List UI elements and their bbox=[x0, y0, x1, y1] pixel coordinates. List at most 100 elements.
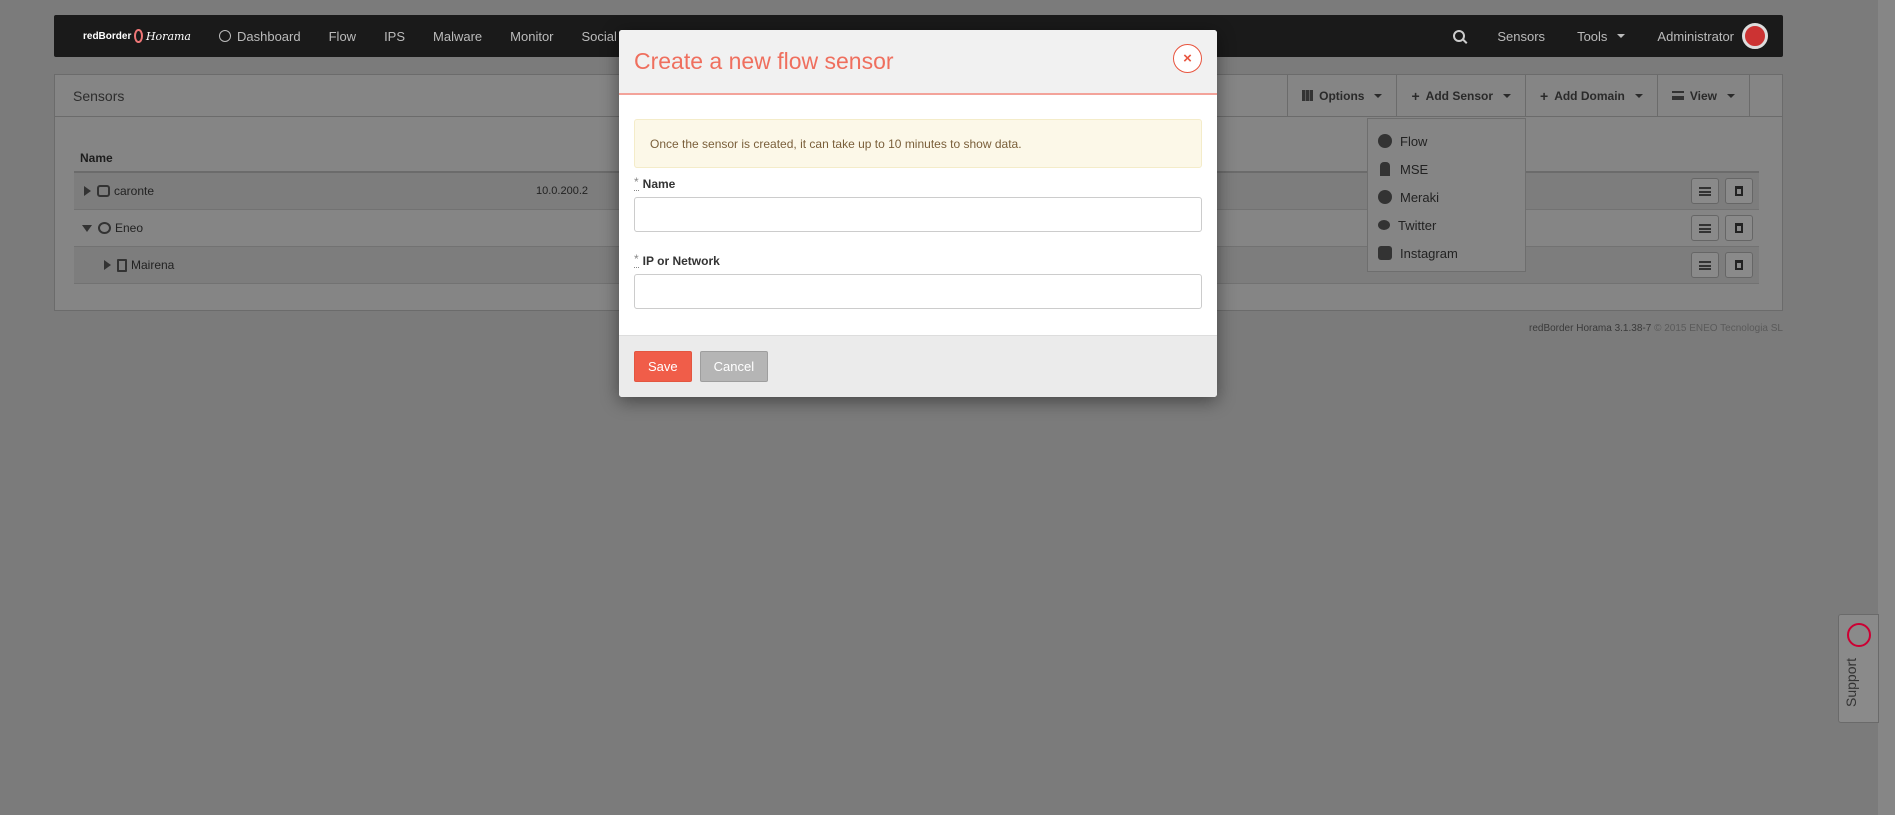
options-label: Options bbox=[1319, 88, 1365, 103]
add-domain-label: Add Domain bbox=[1554, 88, 1625, 103]
close-button[interactable]: × bbox=[1173, 44, 1202, 73]
list-icon bbox=[1699, 186, 1711, 196]
modal-title: Create a new flow sensor bbox=[634, 48, 894, 74]
ip-field-label: * IP or Network bbox=[634, 253, 1202, 268]
nav-ips[interactable]: IPS bbox=[370, 29, 419, 44]
row-delete-button[interactable] bbox=[1725, 252, 1753, 278]
support-tab[interactable]: Support bbox=[1838, 614, 1879, 723]
mse-icon bbox=[1380, 162, 1390, 176]
flow-icon bbox=[1378, 134, 1392, 148]
row-details-button[interactable] bbox=[1691, 252, 1719, 278]
instagram-icon bbox=[1378, 246, 1392, 260]
menu-item-meraki[interactable]: Meraki bbox=[1368, 183, 1525, 211]
add-sensor-menu: Flow MSE Meraki Twitter Instagram bbox=[1367, 118, 1526, 272]
row-name[interactable]: Eneo bbox=[115, 221, 143, 235]
add-domain-button[interactable]: + Add Domain bbox=[1525, 75, 1657, 116]
grid-icon bbox=[1302, 90, 1314, 101]
collapse-icon[interactable] bbox=[82, 224, 92, 232]
brand-name: redBorder bbox=[83, 30, 132, 42]
support-label: Support bbox=[1843, 657, 1859, 707]
name-label-text: Name bbox=[642, 177, 676, 191]
nav-ips-label: IPS bbox=[384, 28, 406, 44]
row-details-button[interactable] bbox=[1691, 215, 1719, 241]
nav-monitor[interactable]: Monitor bbox=[496, 29, 567, 44]
menu-item-label: MSE bbox=[1400, 161, 1429, 177]
building-icon bbox=[117, 258, 127, 272]
add-sensor-label: Add Sensor bbox=[1425, 88, 1493, 103]
ip-label-text: IP or Network bbox=[642, 254, 720, 268]
trash-icon bbox=[1735, 186, 1743, 196]
nav-dashboard[interactable]: Dashboard bbox=[205, 29, 315, 44]
ip-network-input[interactable] bbox=[634, 274, 1202, 309]
nav-malware-label: Malware bbox=[433, 28, 483, 44]
row-details-button[interactable] bbox=[1691, 178, 1719, 204]
menu-item-flow[interactable]: Flow bbox=[1368, 127, 1525, 155]
view-label: View bbox=[1689, 88, 1717, 103]
nav-dashboard-label: Dashboard bbox=[237, 28, 301, 44]
menu-item-label: Twitter bbox=[1398, 217, 1437, 233]
row-name[interactable]: caronte bbox=[114, 184, 154, 198]
chevron-down-icon bbox=[1727, 93, 1735, 98]
list-icon bbox=[1699, 260, 1711, 270]
footer: redBorder Horama 3.1.38-7 © 2015 ENEO Te… bbox=[1529, 323, 1783, 334]
nav-tools-label: Tools bbox=[1577, 28, 1608, 44]
avatar[interactable] bbox=[1742, 23, 1768, 49]
view-button[interactable]: View bbox=[1656, 75, 1750, 116]
plus-icon: + bbox=[1411, 87, 1420, 104]
row-delete-button[interactable] bbox=[1725, 215, 1753, 241]
nav-flow[interactable]: Flow bbox=[315, 29, 370, 44]
row-name[interactable]: Mairena bbox=[131, 258, 174, 272]
search-icon bbox=[1453, 30, 1466, 42]
logo-icon bbox=[134, 29, 143, 43]
nav-flow-label: Flow bbox=[328, 28, 357, 44]
panel-title: Sensors bbox=[73, 87, 125, 104]
row-ip: 10.0.200.2 bbox=[536, 185, 588, 197]
nav-sensors-label: Sensors bbox=[1497, 28, 1546, 44]
brand-logo[interactable]: redBorder Horama bbox=[83, 29, 191, 43]
trash-icon bbox=[1735, 223, 1743, 233]
nav-monitor-label: Monitor bbox=[510, 28, 554, 44]
cancel-button[interactable]: Cancel bbox=[699, 351, 769, 382]
info-alert: Once the sensor is created, it can take … bbox=[634, 119, 1202, 168]
menu-item-label: Meraki bbox=[1400, 189, 1440, 205]
brand-subtitle: Horama bbox=[145, 29, 191, 43]
add-sensor-button[interactable]: + Add Sensor bbox=[1396, 75, 1525, 116]
expand-icon[interactable] bbox=[104, 260, 111, 270]
expand-icon[interactable] bbox=[84, 186, 91, 196]
chevron-down-icon bbox=[1503, 93, 1511, 98]
footer-version: redBorder Horama 3.1.38-7 bbox=[1528, 323, 1652, 334]
nav-sensors[interactable]: Sensors bbox=[1481, 29, 1561, 44]
plus-icon: + bbox=[1540, 87, 1549, 104]
menu-item-twitter[interactable]: Twitter bbox=[1368, 211, 1525, 239]
clock-icon bbox=[219, 30, 231, 42]
nav-tools-dropdown[interactable]: Tools bbox=[1561, 29, 1641, 44]
options-button[interactable]: Options bbox=[1287, 75, 1396, 116]
support-logo-icon bbox=[1847, 623, 1871, 647]
list-icon bbox=[1671, 91, 1684, 100]
users-icon bbox=[98, 222, 111, 234]
footer-copyright: © 2015 ENEO Tecnologia SL bbox=[1654, 323, 1783, 334]
name-input[interactable] bbox=[634, 197, 1202, 232]
page-scrollbar[interactable] bbox=[1878, 0, 1895, 815]
nav-user-menu[interactable]: Administrator bbox=[1641, 29, 1734, 44]
nav-social-label: Social bbox=[581, 28, 617, 44]
save-button[interactable]: Save bbox=[634, 351, 692, 382]
nav-search-button[interactable] bbox=[1437, 30, 1481, 42]
nav-malware[interactable]: Malware bbox=[419, 29, 496, 44]
create-flow-sensor-modal: Create a new flow sensor × Once the sens… bbox=[619, 30, 1217, 397]
modal-footer: Save Cancel bbox=[619, 335, 1217, 397]
list-icon bbox=[1699, 223, 1711, 233]
user-name: Administrator bbox=[1657, 28, 1734, 44]
required-marker: * bbox=[634, 175, 639, 191]
chevron-down-icon bbox=[1374, 93, 1383, 98]
menu-item-label: Flow bbox=[1400, 133, 1428, 149]
trash-icon bbox=[1735, 260, 1743, 270]
modal-header: Create a new flow sensor × bbox=[619, 30, 1217, 95]
close-icon: × bbox=[1183, 50, 1192, 67]
row-delete-button[interactable] bbox=[1725, 178, 1753, 204]
menu-item-mse[interactable]: MSE bbox=[1368, 155, 1525, 183]
twitter-icon bbox=[1378, 220, 1390, 230]
chevron-down-icon bbox=[1634, 93, 1643, 98]
menu-item-label: Instagram bbox=[1400, 245, 1458, 261]
menu-item-instagram[interactable]: Instagram bbox=[1368, 239, 1525, 267]
